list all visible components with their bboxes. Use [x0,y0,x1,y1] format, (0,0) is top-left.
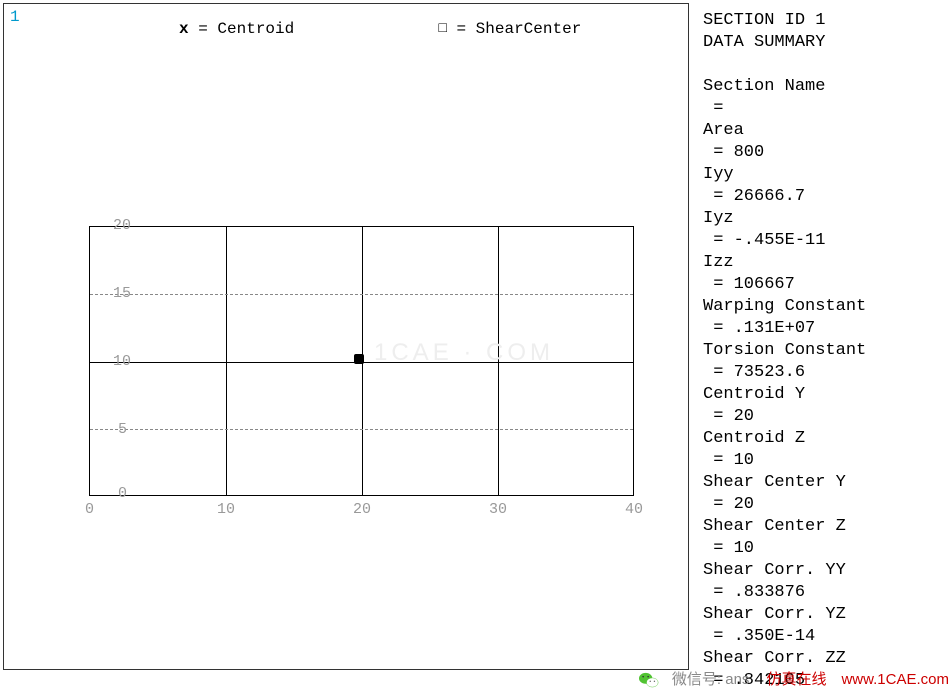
centroid-shear-point [354,354,364,364]
plot-panel: 1 x = Centroid □ = ShearCenter 1CAE · CO… [3,3,689,670]
x-tick-label: 30 [489,501,507,518]
tors-value: = 73523.6 [703,362,943,384]
warp-label: Warping Constant [703,296,943,318]
square-marker-icon: □ [438,21,446,37]
legend-shear: □ = ShearCenter [438,20,581,38]
grid-dashline [90,294,633,295]
y-tick-label: 0 [118,485,127,502]
wechat-icon [639,671,659,689]
section-name-value: = [703,98,943,120]
iyz-label: Iyz [703,208,943,230]
centroid-z-label: Centroid Z [703,428,943,450]
iyz-value: = -.455E-11 [703,230,943,252]
legend-centroid: x = Centroid [179,20,294,38]
x-marker-icon: x [179,20,189,38]
plot-legend: x = Centroid □ = ShearCenter [179,20,581,38]
centroid-z-value: = 10 [703,450,943,472]
y-tick-label: 5 [118,421,127,438]
area-value: = 800 [703,142,943,164]
izz-label: Izz [703,252,943,274]
summary-title-2: DATA SUMMARY [703,32,943,54]
x-tick-label: 0 [85,501,94,518]
izz-value: = 106667 [703,274,943,296]
section-name-label: Section Name [703,76,943,98]
sim-link[interactable]: 仿真在线 [766,671,826,688]
shear-corr-yy-label: Shear Corr. YY [703,560,943,582]
shear-corr-yz-value: = .350E-14 [703,626,943,648]
warp-value: = .131E+07 [703,318,943,340]
grid-dashline [90,429,633,430]
y-tick-label: 20 [113,217,131,234]
x-tick-label: 20 [353,501,371,518]
x-tick-label: 40 [625,501,643,518]
grid-vline [498,227,499,495]
shear-center-z-value: = 10 [703,538,943,560]
shear-corr-yy-value: = .833876 [703,582,943,604]
iyy-label: Iyy [703,164,943,186]
summary-title-1: SECTION ID 1 [703,10,943,32]
shear-center-y-value: = 20 [703,494,943,516]
site-url[interactable]: www.1CAE.com [841,671,949,688]
x-tick-label: 10 [217,501,235,518]
shear-corr-yz-label: Shear Corr. YZ [703,604,943,626]
legend-centroid-label: = Centroid [198,20,294,38]
grid-vline [226,227,227,495]
y-tick-label: 15 [113,285,131,302]
wechat-label: 微信号: ans [672,671,750,688]
y-tick-label: 10 [113,353,131,370]
legend-shear-label: = ShearCenter [456,20,581,38]
area-label: Area [703,120,943,142]
window-number: 1 [10,8,20,26]
shear-center-z-label: Shear Center Z [703,516,943,538]
footer-strip: 微信号: ans 仿真在线 www.1CAE.com [639,668,949,689]
shear-center-y-label: Shear Center Y [703,472,943,494]
centroid-y-value: = 20 [703,406,943,428]
centroid-y-label: Centroid Y [703,384,943,406]
tors-label: Torsion Constant [703,340,943,362]
data-summary-panel: SECTION ID 1 DATA SUMMARY Section Name =… [703,10,943,692]
iyy-value: = 26666.7 [703,186,943,208]
shear-corr-zz-label: Shear Corr. ZZ [703,648,943,670]
